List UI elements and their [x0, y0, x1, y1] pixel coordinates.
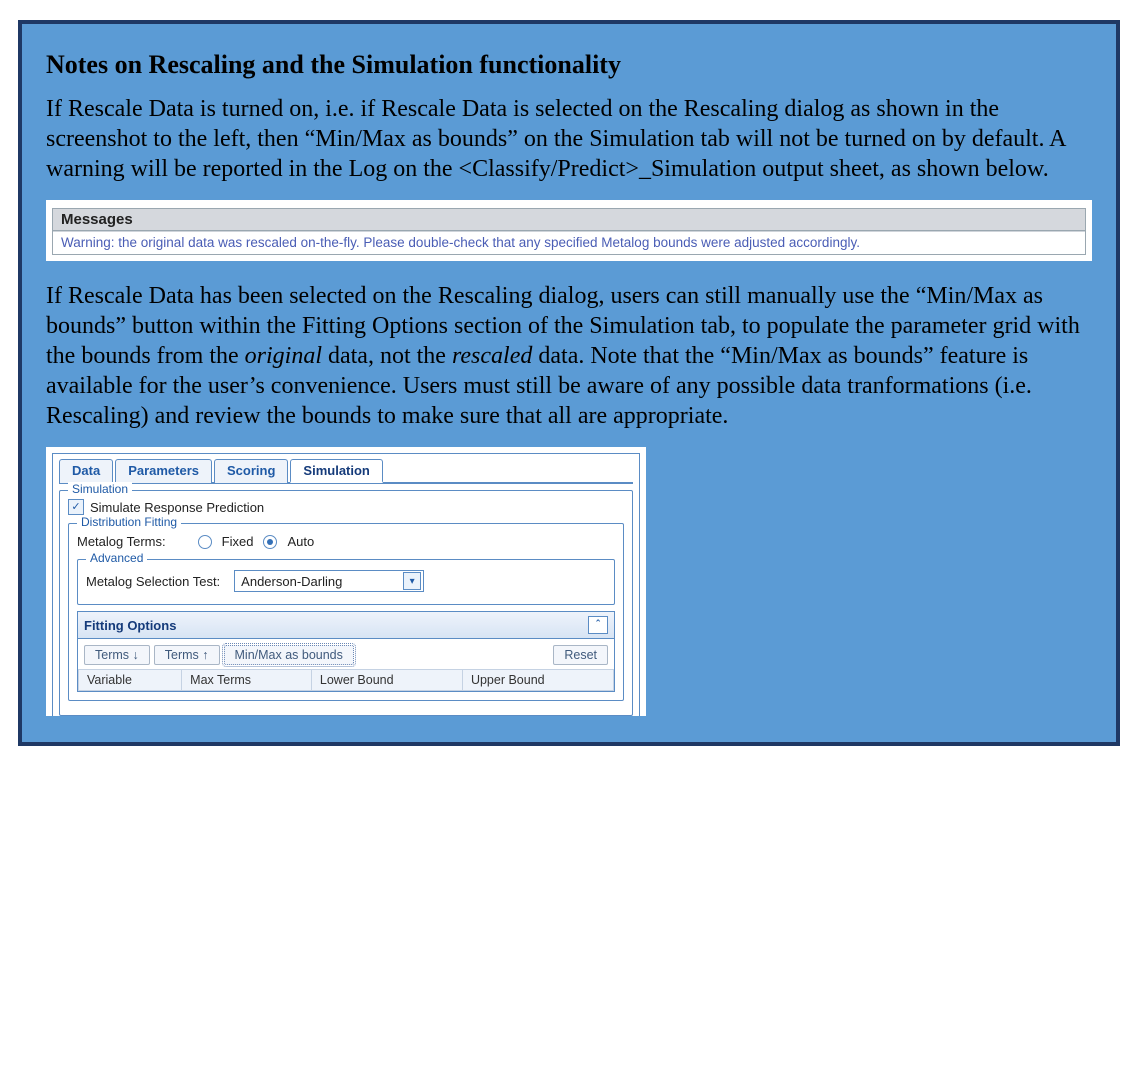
simulation-dialog-screenshot: Data Parameters Scoring Simulation Simul…	[46, 447, 646, 716]
tab-scoring[interactable]: Scoring	[214, 459, 288, 483]
simulate-response-checkbox[interactable]: ✓	[68, 499, 84, 515]
chevron-down-icon: ▾	[403, 572, 421, 590]
radio-auto-label: Auto	[287, 534, 314, 549]
terms-up-button[interactable]: Terms ↑	[154, 645, 220, 665]
fitting-options-panel: Fitting Options ˆ Terms ↓ Terms ↑ Min/Ma…	[77, 611, 615, 692]
minmax-bounds-button[interactable]: Min/Max as bounds	[224, 645, 354, 665]
radio-fixed-label: Fixed	[222, 534, 254, 549]
selection-test-dropdown[interactable]: Anderson-Darling ▾	[234, 570, 424, 592]
tab-row: Data Parameters Scoring Simulation	[59, 458, 633, 484]
tab-data[interactable]: Data	[59, 459, 113, 483]
para2-text-c: data, not the	[322, 343, 452, 369]
selection-test-value: Anderson-Darling	[241, 574, 342, 589]
terms-down-button[interactable]: Terms ↓	[84, 645, 150, 665]
tab-parameters[interactable]: Parameters	[115, 459, 212, 483]
fieldset-dist-fitting-legend: Distribution Fitting	[77, 515, 181, 529]
para2-emph-rescaled: rescaled	[452, 343, 532, 369]
document-page: Notes on Rescaling and the Simulation fu…	[0, 20, 1138, 776]
col-max-terms: Max Terms	[182, 670, 312, 691]
para2-emph-original: original	[245, 343, 322, 369]
fitting-options-title: Fitting Options	[84, 618, 176, 633]
callout-title: Notes on Rescaling and the Simulation fu…	[46, 50, 1092, 80]
callout-box: Notes on Rescaling and the Simulation fu…	[18, 20, 1120, 746]
fitting-options-table: Variable Max Terms Lower Bound Upper Bou…	[78, 669, 614, 691]
col-variable: Variable	[79, 670, 182, 691]
radio-auto[interactable]	[263, 535, 277, 549]
simulate-response-label: Simulate Response Prediction	[90, 500, 264, 515]
selection-test-label: Metalog Selection Test:	[86, 574, 220, 589]
fieldset-advanced: Advanced Metalog Selection Test: Anderso…	[77, 559, 615, 605]
fieldset-simulation: Simulation ✓ Simulate Response Predictio…	[59, 490, 633, 716]
simulate-response-row: ✓ Simulate Response Prediction	[68, 495, 624, 517]
fieldset-advanced-legend: Advanced	[86, 551, 147, 565]
paragraph-1: If Rescale Data is turned on, i.e. if Re…	[46, 94, 1092, 184]
fitting-options-buttons: Terms ↓ Terms ↑ Min/Max as bounds Reset	[78, 639, 614, 669]
radio-fixed[interactable]	[198, 535, 212, 549]
messages-grid: Messages Warning: the original data was …	[52, 208, 1086, 255]
dialog-inner: Data Parameters Scoring Simulation Simul…	[52, 453, 640, 716]
fitting-options-header: Fitting Options ˆ	[78, 612, 614, 639]
metalog-terms-label: Metalog Terms:	[77, 534, 166, 549]
chevron-double-up-icon: ˆ	[596, 619, 600, 631]
table-header-row: Variable Max Terms Lower Bound Upper Bou…	[79, 670, 614, 691]
paragraph-2: If Rescale Data has been selected on the…	[46, 281, 1092, 431]
tab-simulation[interactable]: Simulation	[290, 459, 382, 483]
fieldset-simulation-legend: Simulation	[68, 482, 132, 496]
col-upper-bound: Upper Bound	[462, 670, 613, 691]
metalog-terms-row: Metalog Terms: Fixed Auto	[77, 528, 615, 553]
messages-header: Messages	[53, 209, 1085, 231]
fieldset-dist-fitting: Distribution Fitting Metalog Terms: Fixe…	[68, 523, 624, 701]
messages-screenshot: Messages Warning: the original data was …	[46, 200, 1092, 261]
collapse-toggle[interactable]: ˆ	[588, 616, 608, 634]
messages-warning-text: Warning: the original data was rescaled …	[53, 231, 1085, 254]
reset-button[interactable]: Reset	[553, 645, 608, 665]
selection-test-row: Metalog Selection Test: Anderson-Darling…	[86, 564, 606, 596]
col-lower-bound: Lower Bound	[311, 670, 462, 691]
